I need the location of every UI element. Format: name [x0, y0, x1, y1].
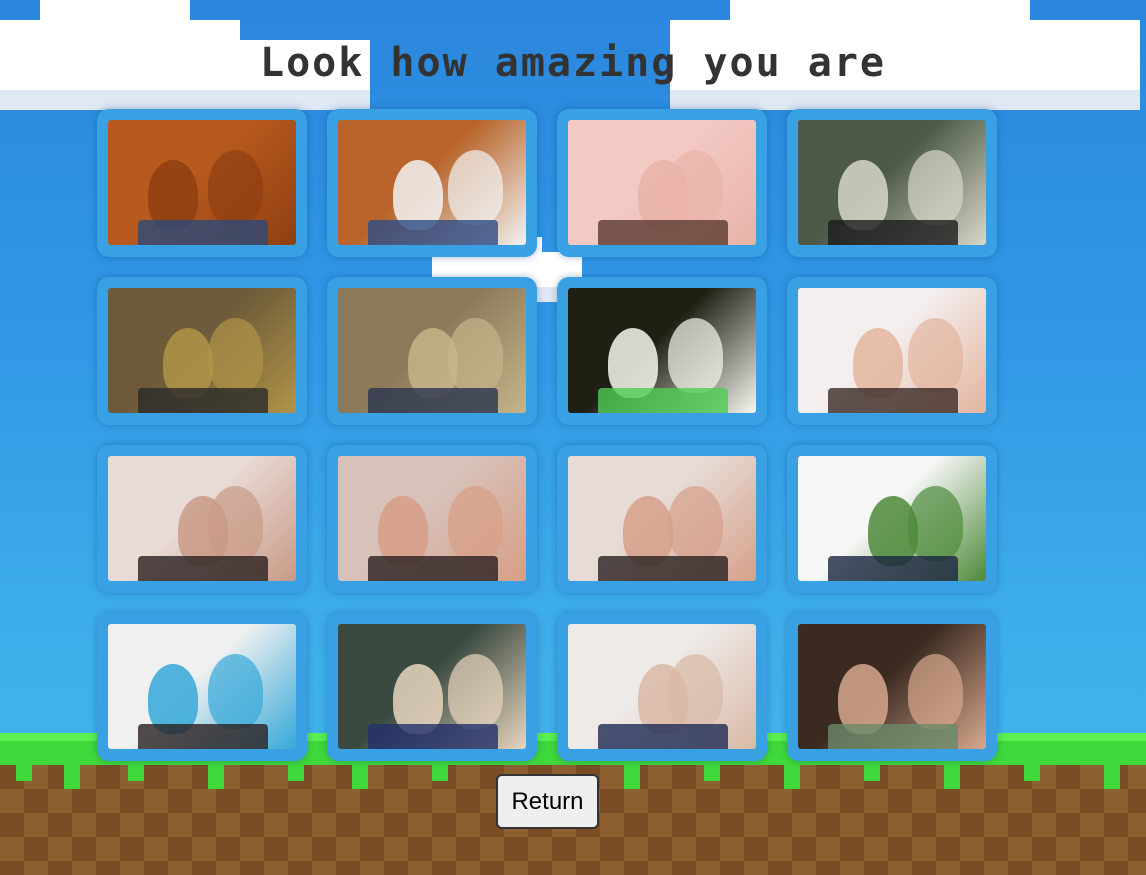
- photo-card: [97, 445, 307, 593]
- photo-gallery: [97, 109, 997, 761]
- photo-stone-wall-portrait: [338, 288, 526, 413]
- photo-card: [97, 613, 307, 761]
- photo-card: [557, 445, 767, 593]
- photo-webcam-portrait: [798, 120, 986, 245]
- photo-card: [557, 109, 767, 257]
- return-button[interactable]: Return: [496, 774, 599, 829]
- photo-elevator-mirror-selfie: [108, 120, 296, 245]
- photo-card: [327, 109, 537, 257]
- photo-close-up-selfie: [568, 120, 756, 245]
- photo-card: [787, 445, 997, 593]
- photo-card: [97, 109, 307, 257]
- photo-smiling-selfie: [798, 288, 986, 413]
- photo-laptop-screenshot: [568, 624, 756, 749]
- photo-elevator-mirror-selfie: [338, 120, 526, 245]
- photo-two-person-selfie: [108, 456, 296, 581]
- photo-two-person-selfie: [108, 624, 296, 749]
- photo-card: [327, 613, 537, 761]
- photo-two-person-selfie: [338, 624, 526, 749]
- photo-two-person-selfie: [568, 456, 756, 581]
- photo-card: [327, 445, 537, 593]
- photo-statues-grotto: [108, 288, 296, 413]
- photo-restaurant-selfie: [798, 624, 986, 749]
- photo-card: [557, 277, 767, 425]
- photo-card: [787, 613, 997, 761]
- photo-card: [787, 109, 997, 257]
- page-title: Look how amazing you are: [260, 40, 886, 86]
- photo-outdoor-street: [798, 456, 986, 581]
- photo-card: [557, 613, 767, 761]
- photo-dark-flash-selfie: [568, 288, 756, 413]
- photo-two-person-selfie: [338, 456, 526, 581]
- photo-card: [787, 277, 997, 425]
- photo-card: [97, 277, 307, 425]
- photo-card: [327, 277, 537, 425]
